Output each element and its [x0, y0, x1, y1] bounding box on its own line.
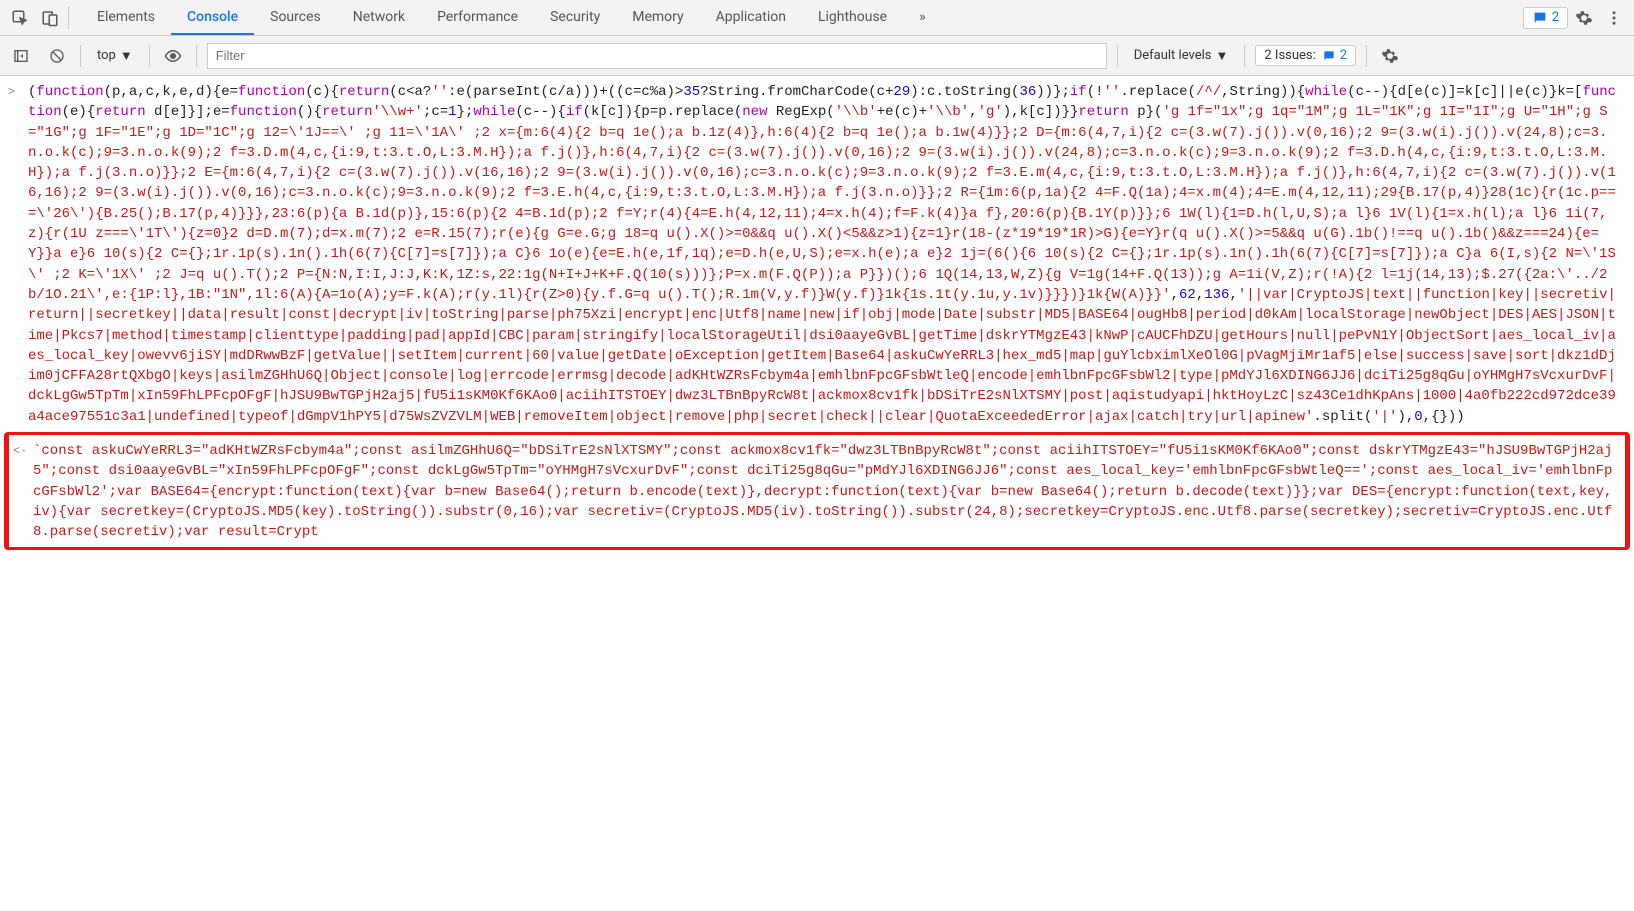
divider: [80, 45, 81, 67]
chevron-down-icon: ▼: [120, 48, 133, 64]
console-settings-icon[interactable]: [1377, 43, 1403, 69]
context-selector[interactable]: top ▼: [91, 46, 139, 66]
tab-memory[interactable]: Memory: [616, 0, 699, 35]
divider: [149, 45, 150, 67]
result-icon: <·: [13, 441, 33, 542]
divider: [1244, 45, 1245, 67]
filter-input[interactable]: [207, 43, 1107, 69]
issues-button[interactable]: 2 Issues: 2: [1255, 45, 1356, 66]
tab-sources[interactable]: Sources: [254, 0, 337, 35]
console-code: (function(p,a,c,k,e,d){e=function(c){ret…: [28, 82, 1622, 427]
console-result-text: `const askuCwYeRRL3="adKHtWZRsFcbym4a";c…: [33, 441, 1617, 542]
console-filter-bar: top ▼ Default levels ▼ 2 Issues: 2: [0, 36, 1634, 76]
tab-network[interactable]: Network: [337, 0, 421, 35]
main-tab-bar: Elements Console Sources Network Perform…: [0, 0, 1634, 36]
inspect-icon[interactable]: [6, 4, 34, 32]
message-icon: [1322, 49, 1336, 63]
messages-count: 2: [1552, 10, 1559, 25]
divider: [1117, 45, 1118, 67]
panel-tabs: Elements Console Sources Network Perform…: [81, 0, 942, 35]
context-label: top: [97, 48, 116, 63]
settings-icon[interactable]: [1570, 4, 1598, 32]
tab-lighthouse[interactable]: Lighthouse: [802, 0, 903, 35]
divider: [196, 45, 197, 67]
console-messages[interactable]: > (function(p,a,c,k,e,d){e=function(c){r…: [0, 76, 1634, 911]
tab-security[interactable]: Security: [534, 0, 616, 35]
levels-label: Default levels: [1134, 48, 1212, 63]
console-result-row[interactable]: <· `const askuCwYeRRL3="adKHtWZRsFcbym4a…: [4, 432, 1630, 549]
tab-more[interactable]: »: [903, 0, 942, 35]
log-levels-selector[interactable]: Default levels ▼: [1128, 46, 1235, 66]
messages-badge[interactable]: 2: [1523, 7, 1568, 29]
tab-application[interactable]: Application: [700, 0, 802, 35]
tab-performance[interactable]: Performance: [421, 0, 534, 35]
issues-count: 2: [1340, 48, 1347, 63]
device-toggle-icon[interactable]: [36, 4, 64, 32]
tab-elements[interactable]: Elements: [81, 0, 171, 35]
issues-label: 2 Issues:: [1264, 48, 1315, 63]
divider: [68, 6, 69, 29]
chevron-down-icon: ▼: [1216, 48, 1229, 64]
devtools-panel: Elements Console Sources Network Perform…: [0, 0, 1634, 911]
more-menu-icon[interactable]: [1600, 4, 1628, 32]
message-icon: [1532, 10, 1548, 26]
live-expression-icon[interactable]: [160, 43, 186, 69]
console-input-row[interactable]: > (function(p,a,c,k,e,d){e=function(c){r…: [0, 80, 1634, 430]
prompt-icon: >: [8, 82, 28, 427]
clear-console-icon[interactable]: [44, 43, 70, 69]
tab-console[interactable]: Console: [171, 0, 254, 35]
divider: [1366, 45, 1367, 67]
sidebar-toggle-icon[interactable]: [8, 43, 34, 69]
